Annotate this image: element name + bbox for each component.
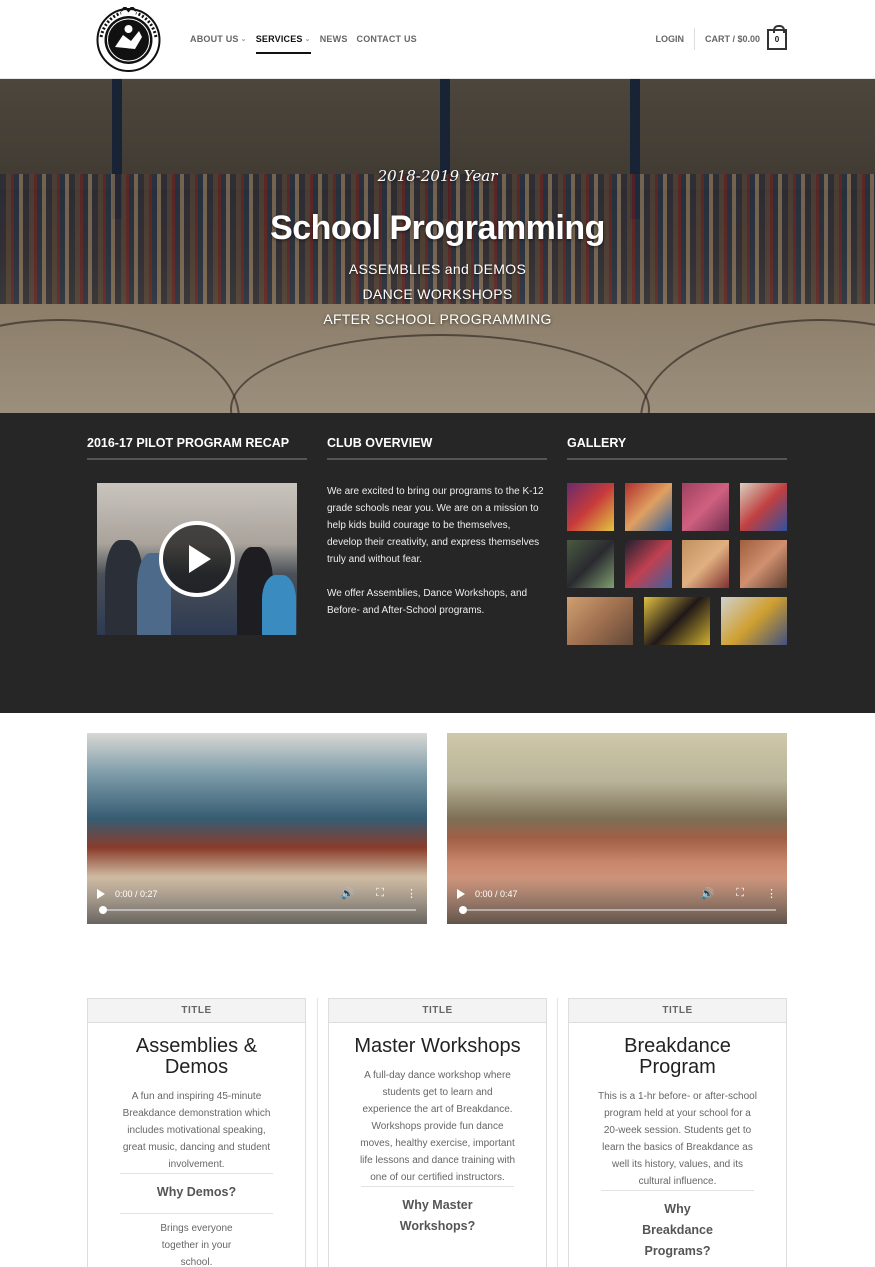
chevron-down-icon: ⌄ xyxy=(304,36,311,43)
video-player-2[interactable]: 0:00 / 0:47 🔊 ⛶ ⋮ xyxy=(447,733,787,924)
video-controls: 0:00 / 0:47 🔊 ⛶ ⋮ xyxy=(457,887,777,900)
nav-label: ABOUT US xyxy=(190,34,239,44)
recap-video-thumbnail[interactable] xyxy=(97,483,297,635)
video-controls: 0:00 / 0:27 🔊 ⛶ ⋮ xyxy=(97,887,417,900)
nav-about-us[interactable]: ABOUT US ⌄ xyxy=(190,32,247,46)
nav-news[interactable]: NEWS xyxy=(320,32,348,46)
cart-bag-icon[interactable]: 0 xyxy=(767,24,787,50)
video-controls-background xyxy=(447,878,787,924)
gallery-image[interactable] xyxy=(567,597,633,645)
nav-label: SERVICES xyxy=(255,34,303,44)
hero-line-after-school: AFTER SCHOOL PROGRAMMING xyxy=(323,311,552,327)
hero-title: School Programming xyxy=(270,209,605,247)
volume-icon[interactable]: 🔊 xyxy=(701,887,715,900)
gallery-image[interactable] xyxy=(624,483,672,531)
gallery-image[interactable] xyxy=(567,540,614,588)
cart-link[interactable]: CART / $0.00 xyxy=(705,34,760,44)
card-description: A full-day dance workshop where students… xyxy=(359,1070,516,1183)
gallery-image[interactable] xyxy=(739,483,787,531)
video-time: 0:00 / 0:27 xyxy=(115,888,158,899)
card-title: Breakdance Program xyxy=(624,1035,731,1078)
card-description: This is a 1-hr before- or after-school p… xyxy=(598,1091,757,1187)
hero-banner: 2018-2019 Year School Programming ASSEMB… xyxy=(0,79,875,413)
thumbnail-figure xyxy=(262,575,296,635)
play-icon[interactable] xyxy=(457,888,465,899)
chevron-down-icon: ⌄ xyxy=(240,36,247,43)
hero-line-workshops: DANCE WORKSHOPS xyxy=(362,286,513,302)
account-nav: LOGIN CART / $0.00 0 xyxy=(655,24,787,50)
gallery-grid xyxy=(567,483,787,654)
gallery-image[interactable] xyxy=(682,540,730,588)
cart-count: 0 xyxy=(774,34,780,44)
hero-line-assemblies: ASSEMBLIES and DEMOS xyxy=(348,261,527,277)
recap-heading: 2016-17 PILOT PROGRAM RECAP xyxy=(87,436,307,460)
main-nav: ABOUT US ⌄ SERVICES ⌄ NEWS CONTACT US xyxy=(190,32,426,54)
nav-label: NEWS xyxy=(319,34,348,44)
more-options-icon[interactable]: ⋮ xyxy=(406,887,417,900)
column-divider xyxy=(317,998,318,1267)
fullscreen-icon[interactable]: ⛶ xyxy=(736,887,744,900)
card-tag: TITLE xyxy=(88,999,305,1023)
play-icon[interactable] xyxy=(97,888,105,899)
nav-label: CONTACT US xyxy=(356,34,417,44)
nav-services[interactable]: SERVICES ⌄ xyxy=(255,32,311,54)
card-why-heading: Why Breakdance Programs? xyxy=(601,1190,754,1267)
card-description: A fun and inspiring 45-minute Breakdance… xyxy=(122,1091,271,1170)
site-header: ABOUT US ⌄ SERVICES ⌄ NEWS CONTACT US LO… xyxy=(0,0,875,79)
gallery-image[interactable] xyxy=(721,597,787,645)
gallery-heading: GALLERY xyxy=(567,436,787,460)
volume-icon[interactable]: 🔊 xyxy=(341,887,355,900)
overview-paragraph: We are excited to bring our programs to … xyxy=(327,486,544,565)
card-title: Assemblies & Demos xyxy=(135,1035,258,1078)
card-tag: TITLE xyxy=(569,999,786,1023)
column-divider xyxy=(557,998,558,1267)
play-icon[interactable] xyxy=(159,521,235,597)
card-why-text: Brings everyone together in your school. xyxy=(120,1213,273,1267)
fullscreen-icon[interactable]: ⛶ xyxy=(376,887,384,900)
gallery-image[interactable] xyxy=(624,540,672,588)
program-card-workshops: TITLE Master Workshops A full-day dance … xyxy=(328,998,547,1267)
gallery-image[interactable] xyxy=(739,540,787,588)
video-progress-bar[interactable] xyxy=(459,906,776,914)
logo-emblem-icon[interactable] xyxy=(95,7,162,73)
more-options-icon[interactable]: ⋮ xyxy=(766,887,777,900)
video-progress-bar[interactable] xyxy=(99,906,416,914)
card-tag: TITLE xyxy=(329,999,546,1023)
card-why-heading: Why Master Workshops? xyxy=(361,1186,514,1247)
hero-year: 2018-2019 Year xyxy=(377,167,498,185)
video-time: 0:00 / 0:47 xyxy=(475,888,518,899)
gallery-image[interactable] xyxy=(682,483,730,531)
info-section: 2016-17 PILOT PROGRAM RECAP CLUB OVERVIE… xyxy=(0,413,875,713)
gallery-image[interactable] xyxy=(567,483,614,531)
overview-paragraph: We offer Assemblies, Dance Workshops, an… xyxy=(327,588,528,616)
card-title: Master Workshops xyxy=(354,1035,521,1057)
overview-heading: CLUB OVERVIEW xyxy=(327,436,547,460)
nav-contact-us[interactable]: CONTACT US xyxy=(357,32,417,46)
video-controls-background xyxy=(87,878,427,924)
overview-text: We are excited to bring our programs to … xyxy=(327,483,547,636)
program-card-assemblies: TITLE Assemblies & Demos A fun and inspi… xyxy=(87,998,306,1267)
gallery-image[interactable] xyxy=(644,597,710,645)
video-player-1[interactable]: 0:00 / 0:27 🔊 ⛶ ⋮ xyxy=(87,733,427,924)
login-link[interactable]: LOGIN xyxy=(655,28,695,50)
card-why-heading: Why Demos? xyxy=(120,1173,273,1213)
program-card-breakdance: TITLE Breakdance Program This is a 1-hr … xyxy=(568,998,787,1267)
